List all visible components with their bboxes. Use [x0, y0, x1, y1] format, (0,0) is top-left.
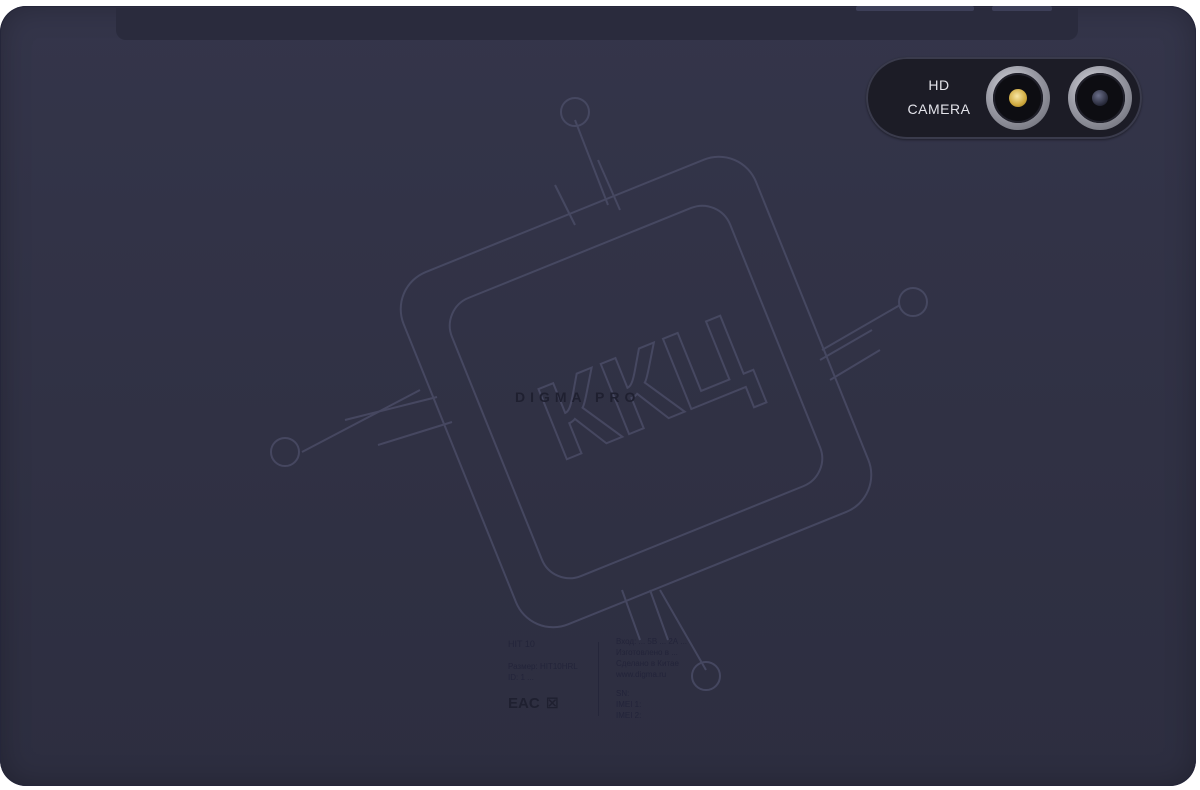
- brand-logo: DIGMA PRO: [515, 389, 641, 405]
- label-line: Размер: HIT10HRL: [508, 662, 578, 671]
- eac-mark: EAC: [508, 695, 540, 712]
- imei2-label: IMEI 2:: [616, 711, 642, 720]
- circuit-lead-right-3: [829, 349, 881, 381]
- serial-number-label: SN:: [616, 689, 630, 698]
- circuit-lead-right-2: [819, 329, 873, 361]
- circuit-lead-right: [821, 304, 901, 351]
- circuit-lead-bottom-2: [621, 589, 641, 641]
- label-line: Изготовлено в ...: [616, 648, 678, 657]
- circuit-node-right: [898, 287, 928, 317]
- label-line: www.digma.ru: [616, 670, 667, 679]
- label-line: ID: 1 ...: [508, 673, 534, 682]
- watermark-text: ККЦ: [523, 290, 768, 484]
- label-line: Вход: ... 5В ... 2А ...: [616, 637, 688, 646]
- circuit-lead-left-2: [344, 396, 438, 421]
- label-divider: [598, 642, 599, 716]
- circuit-lead-left: [301, 389, 421, 453]
- label-line: Сделано в Китае: [616, 659, 679, 668]
- circuit-lead-left-3: [377, 421, 453, 446]
- model-name: HIT 10: [508, 639, 535, 649]
- imei1-label: IMEI 1:: [616, 700, 642, 709]
- recycle-bin-icon: ☒: [546, 695, 559, 711]
- circuit-node-left: [270, 437, 300, 467]
- circuit-lead-top: [574, 119, 609, 206]
